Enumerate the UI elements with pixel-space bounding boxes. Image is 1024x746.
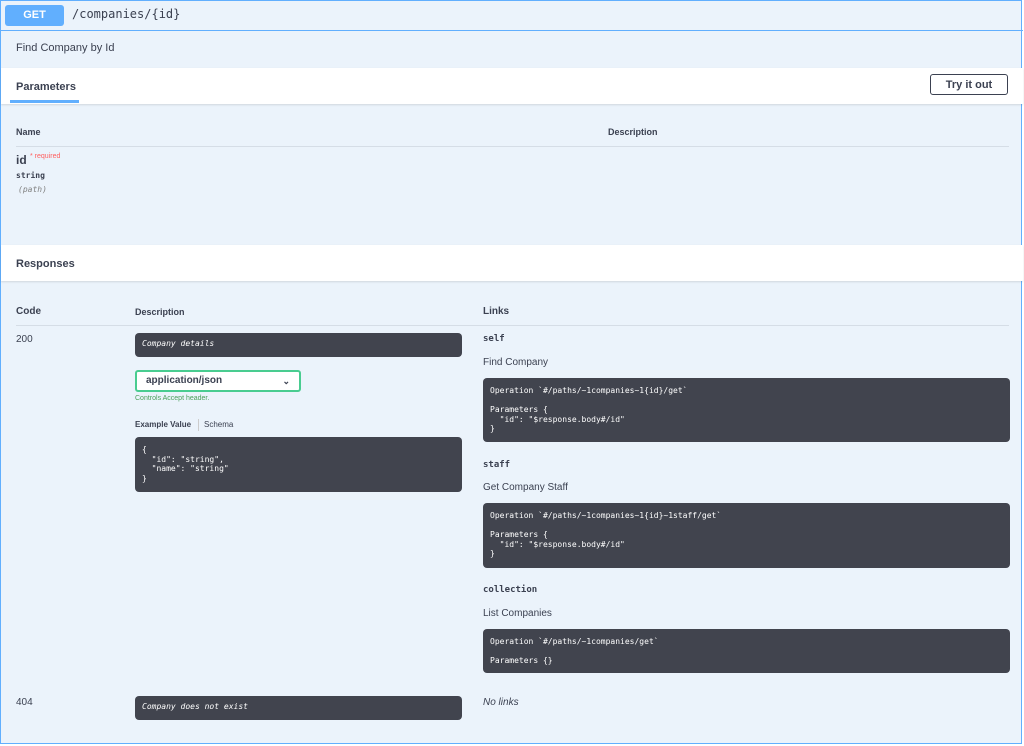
- link-code-self: Operation `#/paths/~1companies~1{id}/get…: [483, 378, 1010, 442]
- example-value-code: { "id": "string", "name": "string" }: [135, 437, 462, 492]
- link-description: List Companies: [483, 608, 552, 619]
- media-type-value: application/json: [146, 375, 223, 386]
- link-description: Get Company Staff: [483, 482, 568, 493]
- divider: [16, 146, 1009, 147]
- link-name-collection: collection: [483, 585, 538, 595]
- response-col-links: Links: [483, 306, 510, 317]
- param-in: (path): [18, 185, 47, 194]
- param-col-name: Name: [16, 127, 41, 137]
- tab-example-value[interactable]: Example Value: [135, 420, 191, 429]
- tab-underline: [10, 100, 79, 103]
- tab-schema[interactable]: Schema: [204, 420, 233, 429]
- responses-title: Responses: [16, 258, 75, 270]
- chevron-down-icon: ⌄: [282, 376, 290, 386]
- operation-summary[interactable]: GET /companies/{id}: [1, 1, 1023, 31]
- responses-header: Responses: [1, 245, 1023, 281]
- media-type-select[interactable]: application/json ⌄: [135, 370, 301, 392]
- try-it-out-button[interactable]: Try it out: [930, 74, 1008, 95]
- link-name-staff: staff: [483, 460, 511, 470]
- link-code-collection: Operation `#/paths/~1companies/get` Para…: [483, 629, 1010, 673]
- response-code: 200: [16, 334, 33, 345]
- operation-path: /companies/{id}: [72, 7, 181, 21]
- controls-accept-text: Controls Accept header.: [135, 395, 210, 402]
- divider: [16, 325, 1009, 326]
- parameters-header: Parameters Try it out: [1, 68, 1023, 104]
- param-name: id: [16, 153, 27, 167]
- link-description: Find Company: [483, 357, 549, 368]
- response-code: 404: [16, 697, 33, 708]
- link-code-staff: Operation `#/paths/~1companies~1{id}~1st…: [483, 503, 1010, 568]
- param-required: * required: [30, 153, 61, 160]
- tab-parameters[interactable]: Parameters: [16, 81, 76, 93]
- response-description: Company details: [135, 333, 462, 357]
- response-col-description: Description: [135, 307, 185, 317]
- operation-description: Find Company by Id: [16, 42, 115, 54]
- response-description: Company does not exist: [135, 696, 462, 720]
- param-col-description: Description: [608, 127, 658, 137]
- link-name-self: self: [483, 334, 505, 344]
- param-type: string: [16, 171, 45, 180]
- response-col-code: Code: [16, 306, 41, 317]
- no-links-text: No links: [483, 697, 519, 708]
- tab-separator: [198, 419, 199, 431]
- operation-block: GET /companies/{id} Find Company by Id P…: [0, 0, 1023, 744]
- method-badge: GET: [5, 5, 64, 26]
